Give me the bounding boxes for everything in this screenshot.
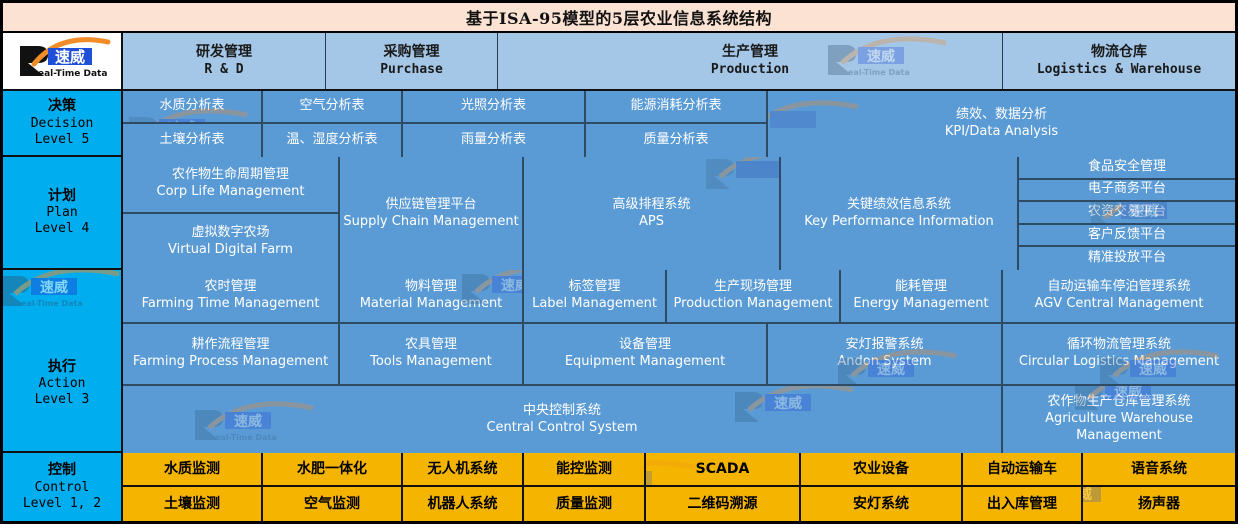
svg-text:速威: 速威 xyxy=(1083,487,1092,503)
cell-energy-management[interactable]: 能耗管理 Energy Management xyxy=(841,270,1003,324)
cell-virtual-digital-farm[interactable]: 虚拟数字农场 Virtual Digital Farm xyxy=(123,213,340,270)
level-plan: 计划 Plan Level 4 xyxy=(3,157,123,270)
cell-central-control-system[interactable]: 速威 eal-Time Data 速威 中央控制系统 Central Contr… xyxy=(123,386,1003,453)
action-subrow-1: 农时管理 Farming Time Management 速威 物料管理 Mat… xyxy=(123,270,1235,324)
control-subrow-2: 土壤监测 空气监测 机器人系统 质量监测 二维码溯源 安灯系统 出入库管理 威 … xyxy=(123,487,1235,521)
cell-supply-chain-management[interactable]: 供应链管理平台 Supply Chain Management xyxy=(340,157,524,270)
company-logo-icon: 速威 eal-Time Data xyxy=(8,36,116,87)
cell-quality-monitoring[interactable]: 质量监测 xyxy=(524,487,646,521)
cell-agriculture-equipment[interactable]: 农业设备 xyxy=(801,453,963,487)
cell-production-management[interactable]: 生产现场管理 Production Management xyxy=(667,270,841,324)
svg-text:速威: 速威 xyxy=(234,413,262,430)
header-col-purchase: 采购管理 Purchase xyxy=(326,33,498,89)
header-col-production: 速威 eal-Time Data 生产管理 Production xyxy=(498,33,1003,89)
action-subrow-3: 速威 eal-Time Data 速威 中央控制系统 Central Contr… xyxy=(123,386,1235,453)
decision-pair-air: 空气分析表 温、湿度分析表 xyxy=(263,91,403,157)
header-col-logistics: 物流仓库 Logistics & Warehouse xyxy=(1003,33,1235,89)
cell-drone-system[interactable]: 无人机系统 xyxy=(403,453,524,487)
cell-ecommerce-platform[interactable]: 电子商务平台 xyxy=(1019,179,1235,203)
decision-cells: 速威 水质分析表 土壤分析表 空气分析表 温、湿度分析表 xyxy=(123,91,1235,157)
row-action: 速威 eal-Time Data 执行 Action Level 3 农时管理 … xyxy=(3,270,1235,453)
cell-tools-management[interactable]: 农具管理 Tools Management xyxy=(340,324,524,386)
svg-text:eal-Time Data: eal-Time Data xyxy=(848,68,910,77)
cell-speaker[interactable]: 速威 扬声器 xyxy=(1083,487,1235,521)
decision-pair-light: 光照分析表 雨量分析表 xyxy=(403,91,586,157)
cell-water-analysis[interactable]: 速威 水质分析表 xyxy=(123,91,263,124)
cell-farming-process-management[interactable]: 耕作流程管理 Farming Process Management xyxy=(123,324,340,386)
watermark-logo-icon: 速威 eal-Time Data xyxy=(3,270,121,312)
cell-robot-system[interactable]: 机器人系统 xyxy=(403,487,524,521)
cell-circular-logistics-management[interactable]: 速威 循环物流管理系统 Circular Logistics Managemen… xyxy=(1003,324,1235,386)
cell-customer-feedback-platform[interactable]: 客户反馈平台 xyxy=(1019,224,1235,248)
cell-light-analysis[interactable]: 光照分析表 xyxy=(403,91,586,124)
cell-water-fertilizer-integration[interactable]: 水肥一体化 xyxy=(263,453,403,487)
cell-qr-traceability[interactable]: 二维码溯源 xyxy=(646,487,801,521)
watermark-logo-icon xyxy=(768,99,878,145)
watermark-logo-icon xyxy=(694,157,779,195)
level-decision: 决策 Decision Level 5 xyxy=(3,91,123,157)
decision-pair-energy: 能源消耗分析表 质量分析表 xyxy=(586,91,768,157)
cell-soil-analysis[interactable]: 土壤分析表 xyxy=(123,124,263,157)
watermark-logo-icon: 速威 eal-Time Data xyxy=(816,35,966,81)
plan-logistics-stack: 食品安全管理 电子商务平台 速威 农资交易平台 客户反馈平台 精准投放平台 xyxy=(1019,157,1235,270)
cell-precision-delivery-platform[interactable]: 精准投放平台 xyxy=(1019,247,1235,270)
diagram-root: 基于ISA-95模型的5层农业信息系统结构 速威 eal-Time Data 研… xyxy=(0,0,1238,524)
action-subrow-2: 耕作流程管理 Farming Process Management 农具管理 T… xyxy=(123,324,1235,386)
row-decision: 决策 Decision Level 5 速威 xyxy=(3,91,1235,157)
control-subrow-1: 水质监测 水肥一体化 无人机系统 能控监测 SCADA 农业设备 自动运输车 语… xyxy=(123,453,1235,487)
cell-scada[interactable]: 速威 SCADA xyxy=(646,453,801,487)
decision-pair-water: 速威 水质分析表 土壤分析表 xyxy=(123,91,263,157)
cell-crop-life-management[interactable]: 农作物生命周期管理 Corp Life Management xyxy=(123,157,340,214)
svg-text:eal-Time Data: eal-Time Data xyxy=(38,69,107,79)
level-action: 速威 eal-Time Data 执行 Action Level 3 xyxy=(3,270,123,453)
svg-text:eal-Time Data: eal-Time Data xyxy=(21,299,83,308)
plan-cells: 农作物生命周期管理 Corp Life Management 虚拟数字农场 Vi… xyxy=(123,157,1235,270)
svg-text:eal-Time Data: eal-Time Data xyxy=(215,433,277,442)
cell-soil-monitoring[interactable]: 土壤监测 xyxy=(123,487,263,521)
svg-text:速威: 速威 xyxy=(55,48,85,66)
cell-humidity-analysis[interactable]: 温、湿度分析表 xyxy=(263,124,403,157)
cell-agv-central-management[interactable]: 自动运输车停泊管理系统 AGV Central Management xyxy=(1003,270,1235,324)
cell-material-management[interactable]: 速威 物料管理 Material Management xyxy=(340,270,524,324)
cell-air-analysis[interactable]: 空气分析表 xyxy=(263,91,403,124)
page-title: 基于ISA-95模型的5层农业信息系统结构 xyxy=(466,9,772,28)
header-col-rd: 研发管理 R & D xyxy=(123,33,326,89)
cell-energy-control-monitoring[interactable]: 能控监测 xyxy=(524,453,646,487)
diagram-title-bar: 基于ISA-95模型的5层农业信息系统结构 xyxy=(3,3,1235,33)
cell-aps[interactable]: 高级排程系统 APS xyxy=(524,157,781,270)
cell-label-management[interactable]: 标签管理 Label Management xyxy=(524,270,667,324)
cell-inbound-outbound-management[interactable]: 出入库管理 xyxy=(963,487,1083,521)
cell-food-safety-management[interactable]: 食品安全管理 xyxy=(1019,157,1235,180)
cell-andon-light-system[interactable]: 安灯系统 xyxy=(801,487,963,521)
control-cells: 水质监测 水肥一体化 无人机系统 能控监测 SCADA 农业设备 自动运输车 语… xyxy=(123,453,1235,521)
row-plan: 计划 Plan Level 4 农作物生命周期管理 Corp Life Mana… xyxy=(3,157,1235,270)
row-control: 控制 Control Level 1, 2 水质监测 水肥一体化 无人机系统 能… xyxy=(3,453,1235,521)
svg-text:速威: 速威 xyxy=(867,48,895,65)
cell-automated-transport-vehicle[interactable]: 自动运输车 xyxy=(963,453,1083,487)
action-cells: 农时管理 Farming Time Management 速威 物料管理 Mat… xyxy=(123,270,1235,453)
column-header-row: 速威 eal-Time Data 研发管理 R & D 采购管理 Purchas… xyxy=(3,33,1235,91)
cell-kpi-data-analysis[interactable]: 绩效、数据分析 KPI/Data Analysis xyxy=(768,91,1235,157)
watermark-logo-icon: 速威 xyxy=(723,386,873,428)
cell-rainfall-analysis[interactable]: 雨量分析表 xyxy=(403,124,586,157)
cell-quality-analysis[interactable]: 质量分析表 xyxy=(586,124,768,157)
cell-equipment-management[interactable]: 设备管理 Equipment Management xyxy=(524,324,768,386)
cell-farming-time-management[interactable]: 农时管理 Farming Time Management xyxy=(123,270,340,324)
cell-water-quality-monitoring[interactable]: 水质监测 xyxy=(123,453,263,487)
cell-air-monitoring[interactable]: 空气监测 xyxy=(263,487,403,521)
svg-text:速威: 速威 xyxy=(40,279,68,296)
cell-voice-system[interactable]: 语音系统 xyxy=(1083,453,1235,487)
cell-agriculture-warehouse-management[interactable]: 速威 农作物生产仓库管理系统 Agriculture Warehouse Man… xyxy=(1003,386,1235,453)
svg-text:速威: 速威 xyxy=(774,395,802,412)
cell-energy-analysis[interactable]: 能源消耗分析表 xyxy=(586,91,768,124)
svg-text:速威: 速威 xyxy=(501,277,524,294)
cell-key-performance-information[interactable]: 关键绩效信息系统 Key Performance Information xyxy=(781,157,1019,270)
cell-andon-system[interactable]: 速威 安灯报警系统 Andon System xyxy=(768,324,1003,386)
cell-agri-materials-trading-platform[interactable]: 速威 农资交易平台 xyxy=(1019,202,1235,225)
plan-rd-stack: 农作物生命周期管理 Corp Life Management 虚拟数字农场 Vi… xyxy=(123,157,340,270)
watermark-logo-icon: 速威 eal-Time Data xyxy=(183,400,333,446)
level-control: 控制 Control Level 1, 2 xyxy=(3,453,123,521)
brand-logo-cell: 速威 eal-Time Data xyxy=(3,33,123,89)
